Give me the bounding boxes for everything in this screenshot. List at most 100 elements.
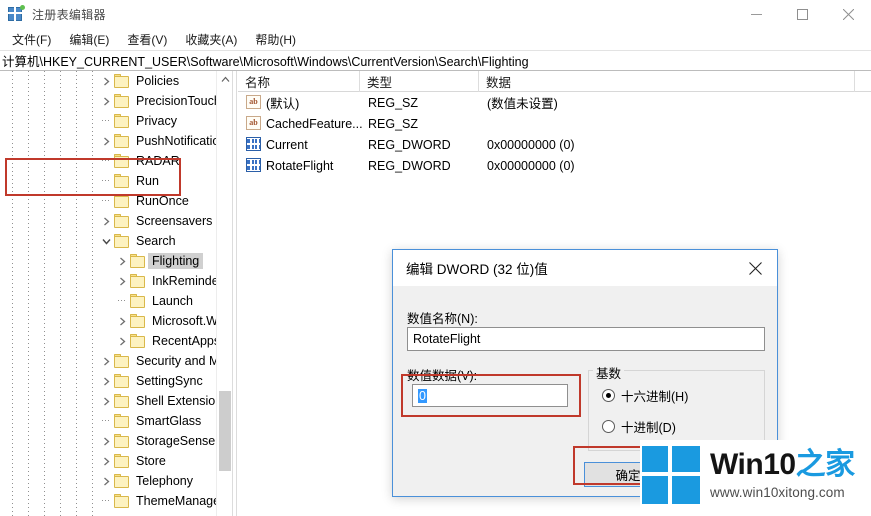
tree-item-store[interactable]: Store [0, 451, 232, 471]
tree-item-recentapps[interactable]: RecentApps [0, 331, 232, 351]
minimize-icon[interactable] [733, 0, 779, 28]
dword-value-icon [246, 158, 261, 172]
tree-item-flighting[interactable]: Flighting [0, 251, 232, 271]
folder-icon [114, 134, 131, 148]
tree-item-pushnotifications[interactable]: PushNotifications [0, 131, 232, 151]
folder-icon [130, 294, 147, 308]
string-value-icon: ab [246, 116, 261, 130]
chevron-right-icon[interactable] [114, 271, 130, 291]
chevron-right-icon[interactable] [98, 131, 114, 151]
chevron-right-icon[interactable] [98, 91, 114, 111]
window-controls [733, 0, 871, 28]
chevron-right-icon[interactable] [98, 211, 114, 231]
tree-item-telephony[interactable]: Telephony [0, 471, 232, 491]
chevron-down-icon[interactable] [98, 231, 114, 251]
tree-item-inkreminder[interactable]: InkReminder [0, 271, 232, 291]
watermark-url: www.win10xitong.com [710, 485, 845, 500]
tree-item-storagesense[interactable]: StorageSense [0, 431, 232, 451]
registry-editor-window: 注册表编辑器 文件(F) 编辑(E) 查看(V) 收藏夹(A) 帮助(H) 计算… [0, 0, 871, 516]
chevron-right-icon[interactable] [98, 391, 114, 411]
tree-item-label: Flighting [148, 253, 204, 269]
folder-icon [114, 74, 131, 88]
menu-favorites[interactable]: 收藏夹(A) [176, 29, 246, 50]
value-row[interactable]: RotateFlight REG_DWORD 0x00000000 (0) [238, 155, 871, 176]
chevron-right-icon[interactable] [98, 71, 114, 91]
column-header-data[interactable]: 数据 [479, 71, 855, 92]
value-row[interactable]: ab (默认) REG_SZ (数值未设置) [238, 92, 871, 113]
registry-key-tree[interactable]: Policies PrecisionTouchPa Privacy PushNotif… [0, 71, 232, 516]
chevron-right-icon[interactable] [98, 451, 114, 471]
watermark-brand-cn: 之家 [795, 448, 856, 481]
menu-file[interactable]: 文件(F) [3, 29, 60, 50]
tree-item-microsoft-win[interactable]: Microsoft.Win [0, 311, 232, 331]
tree-item-security-and-mai[interactable]: Security and Mai [0, 351, 232, 371]
close-icon[interactable] [733, 250, 777, 286]
folder-icon [130, 254, 147, 268]
folder-icon [114, 374, 131, 388]
chevron-right-icon[interactable] [114, 311, 130, 331]
tree-item-label: Telephony [136, 474, 193, 488]
tree-connector [98, 491, 114, 511]
value-row[interactable]: Current REG_DWORD 0x00000000 (0) [238, 134, 871, 155]
tree-item-label: RADAR [136, 154, 180, 168]
tree-item-launch[interactable]: Launch [0, 291, 232, 311]
tree-item-shell-extensions[interactable]: Shell Extensions [0, 391, 232, 411]
maximize-icon[interactable] [779, 0, 825, 28]
tree-item-settingsync[interactable]: SettingSync [0, 371, 232, 391]
tree-item-search[interactable]: Search [0, 231, 232, 251]
menu-edit[interactable]: 编辑(E) [60, 29, 118, 50]
menu-view[interactable]: 查看(V) [118, 29, 176, 50]
tree-scrollbar-thumb[interactable] [219, 391, 231, 471]
value-name-input[interactable]: RotateFlight [407, 327, 765, 351]
pane-splitter[interactable] [232, 71, 237, 516]
column-header-type[interactable]: 类型 [360, 71, 479, 92]
value-data: (数值未设置) [487, 97, 558, 111]
address-bar[interactable]: 计算机\HKEY_CURRENT_USER\Software\Microsoft… [0, 50, 871, 71]
tree-item-radar[interactable]: RADAR [0, 151, 232, 171]
chevron-right-icon[interactable] [98, 471, 114, 491]
value-row[interactable]: ab CachedFeature... REG_SZ [238, 113, 871, 134]
chevron-right-icon[interactable] [98, 371, 114, 391]
value-name: RotateFlight [266, 158, 334, 173]
tree-item-label: Shell Extensions [136, 394, 229, 408]
menu-help[interactable]: 帮助(H) [246, 29, 305, 50]
chevron-right-icon[interactable] [98, 431, 114, 451]
radio-decimal[interactable]: 十进制(D) [602, 417, 676, 436]
tree-item-label: Screensavers [136, 214, 213, 228]
tree-item-label: SettingSync [136, 374, 203, 388]
base-group-box [588, 370, 765, 451]
value-data-selection: 0 [418, 388, 427, 403]
tree-scrollbar[interactable] [216, 71, 232, 516]
tree-rows: Policies PrecisionTouchPa Privacy PushNotif… [0, 71, 232, 511]
close-icon[interactable] [825, 0, 871, 28]
folder-icon [114, 174, 131, 188]
tree-item-privacy[interactable]: Privacy [0, 111, 232, 131]
value-type: REG_DWORD [368, 137, 451, 152]
value-data-input[interactable]: 0 [412, 384, 568, 407]
folder-icon [130, 334, 147, 348]
chevron-right-icon[interactable] [114, 331, 130, 351]
folder-icon [114, 354, 131, 368]
tree-connector [98, 151, 114, 171]
tree-item-screensavers[interactable]: Screensavers [0, 211, 232, 231]
column-header-name[interactable]: 名称 [238, 71, 360, 92]
folder-icon [114, 94, 131, 108]
tree-item-label: Policies [136, 74, 180, 88]
chevron-up-icon[interactable] [217, 71, 232, 88]
tree-connector [98, 411, 114, 431]
radio-hexadecimal[interactable]: 十六进制(H) [602, 386, 688, 405]
folder-icon [114, 154, 131, 168]
tree-item-run[interactable]: Run [0, 171, 232, 191]
value-type: REG_DWORD [368, 158, 451, 173]
chevron-right-icon[interactable] [114, 251, 130, 271]
tree-connector [114, 291, 130, 311]
tree-item-runonce[interactable]: RunOnce [0, 191, 232, 211]
folder-icon [114, 454, 131, 468]
tree-item-thememanager[interactable]: ThemeManager [0, 491, 232, 511]
site-watermark: Win10之家 www.win10xitong.com [640, 440, 871, 510]
tree-item-smartglass[interactable]: SmartGlass [0, 411, 232, 431]
tree-item-policies[interactable]: Policies [0, 71, 232, 91]
chevron-right-icon[interactable] [98, 351, 114, 371]
value-data: 0x00000000 (0) [487, 158, 575, 173]
tree-item-precisiontouchpa[interactable]: PrecisionTouchPa [0, 91, 232, 111]
